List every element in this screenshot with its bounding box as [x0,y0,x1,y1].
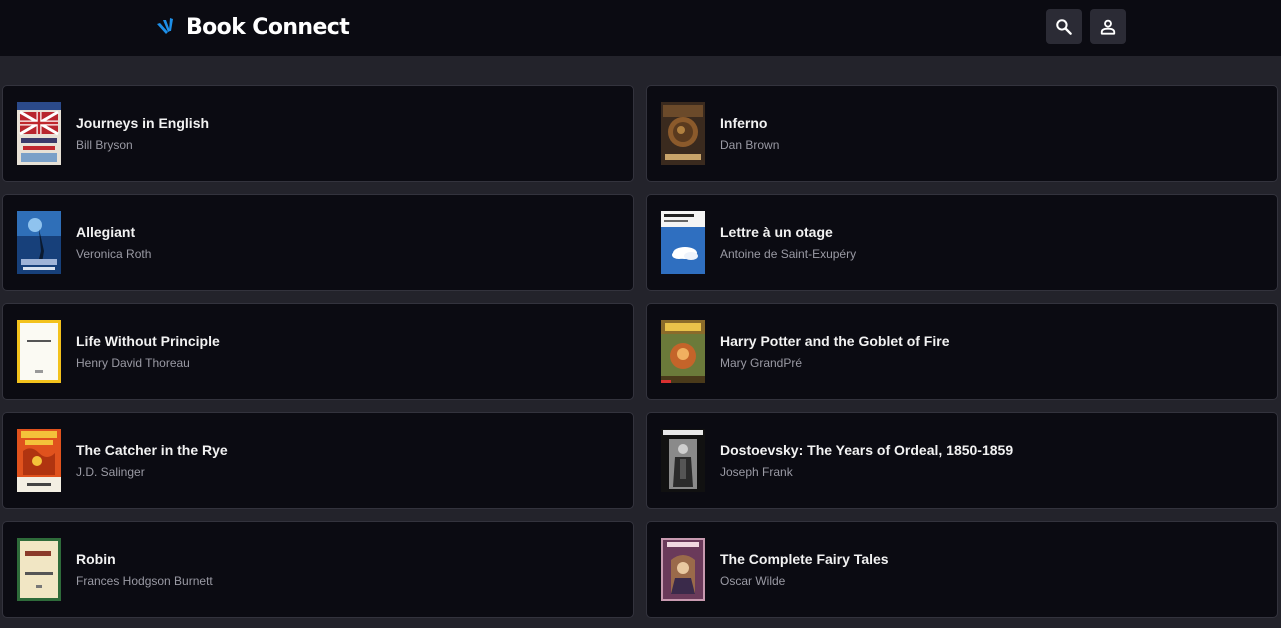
book-title: Harry Potter and the Goblet of Fire [720,333,950,349]
book-author: J.D. Salinger [76,465,145,479]
book-item[interactable]: Life Without Principle Henry David Thore… [2,303,634,400]
book-title: The Complete Fairy Tales [720,551,889,567]
search-button[interactable] [1046,9,1082,44]
book-author: Mary GrandPré [720,356,803,370]
book-cover-image [17,429,61,492]
book-item[interactable]: Harry Potter and the Goblet of Fire Mary… [646,303,1278,400]
book-item[interactable]: Inferno Dan Brown [646,85,1278,182]
book-title: Journeys in English [76,115,210,131]
profile-button[interactable] [1090,9,1126,44]
book-author: Joseph Frank [720,465,793,479]
book-title: Inferno [720,115,768,131]
app-header: Book Connect [0,0,1281,56]
account-icon [1100,19,1116,35]
book-cover-image [661,102,705,165]
book-list: Journeys in English Bill Bryson Inferno … [2,85,1278,618]
book-title: Robin [76,551,116,567]
search-icon [1056,18,1072,35]
book-item[interactable]: Journeys in English Bill Bryson [2,85,634,182]
brand[interactable]: Book Connect [156,12,350,42]
book-author: Antoine de Saint-Exupéry [720,247,857,261]
book-item[interactable]: Robin Frances Hodgson Burnett [2,521,634,618]
book-connect-logo-icon [157,18,173,34]
book-cover-image [661,211,705,274]
book-item[interactable]: Lettre à un otage Antoine de Saint-Exupé… [646,194,1278,291]
book-title: The Catcher in the Rye [76,442,228,458]
book-author: Oscar Wilde [720,574,786,588]
book-author: Henry David Thoreau [76,356,190,370]
book-author: Veronica Roth [76,247,152,261]
book-cover-image [17,211,61,274]
brand-name: Book Connect [186,14,350,40]
book-item[interactable]: Allegiant Veronica Roth [2,194,634,291]
book-title: Allegiant [76,224,136,240]
book-cover-image [661,320,705,383]
book-author: Dan Brown [720,138,780,152]
book-item[interactable]: Dostoevsky: The Years of Ordeal, 1850-18… [646,412,1278,509]
book-title: Dostoevsky: The Years of Ordeal, 1850-18… [720,442,1014,458]
book-cover-image [17,538,61,601]
book-author: Bill Bryson [76,138,133,152]
book-cover-image [661,429,705,492]
book-cover-image [17,102,61,165]
book-cover-image [17,320,61,383]
book-title: Lettre à un otage [720,224,833,240]
book-cover-image [661,538,705,601]
book-item[interactable]: The Complete Fairy Tales Oscar Wilde [646,521,1278,618]
book-title: Life Without Principle [76,333,220,349]
book-item[interactable]: The Catcher in the Rye J.D. Salinger [2,412,634,509]
book-author: Frances Hodgson Burnett [76,574,213,588]
